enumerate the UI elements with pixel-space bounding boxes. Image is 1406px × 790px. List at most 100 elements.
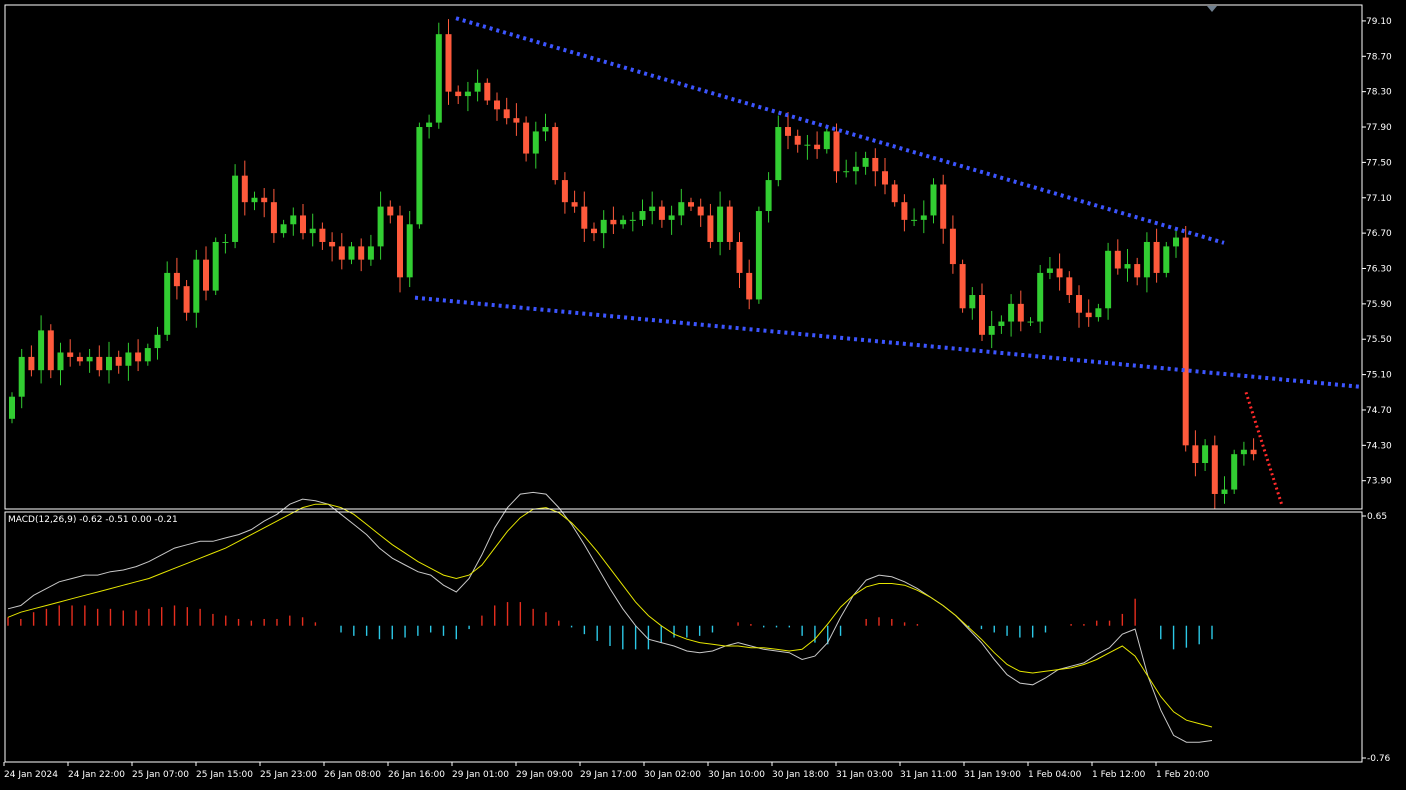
candle-body[interactable] (552, 127, 559, 181)
candle-body[interactable] (1231, 454, 1238, 490)
candle-body[interactable] (1066, 277, 1073, 296)
candle-body[interactable] (455, 91, 462, 97)
candle-body[interactable] (494, 100, 500, 110)
candle-body[interactable] (979, 295, 985, 335)
candle-body[interactable] (591, 228, 597, 234)
candle-body[interactable] (338, 246, 345, 260)
candle-body[interactable] (203, 259, 209, 291)
candle-body[interactable] (484, 82, 491, 101)
candle-body[interactable] (804, 144, 811, 146)
candle-body[interactable] (891, 184, 898, 203)
candle-body[interactable] (523, 122, 530, 154)
candle-body[interactable] (746, 272, 753, 300)
candle-body[interactable] (445, 34, 452, 92)
candle-body[interactable] (270, 202, 277, 234)
candle-body[interactable] (329, 241, 336, 247)
candle-body[interactable] (1250, 449, 1257, 455)
candle-body[interactable] (901, 202, 908, 220)
scroll-marker-icon[interactable] (1207, 6, 1217, 12)
candle-body[interactable] (697, 206, 704, 216)
candle-body[interactable] (251, 197, 258, 203)
candle-body[interactable] (620, 219, 627, 225)
candle-body[interactable] (1017, 303, 1024, 322)
candle-body[interactable] (1056, 268, 1063, 278)
candle-body[interactable] (1124, 264, 1131, 269)
candle-body[interactable] (571, 202, 578, 207)
candle-body[interactable] (397, 215, 403, 278)
candle-body[interactable] (794, 135, 801, 145)
candle-body[interactable] (47, 330, 54, 371)
candle-body[interactable] (1240, 449, 1247, 455)
candle-body[interactable] (377, 206, 384, 247)
candle-body[interactable] (309, 228, 316, 234)
lower-trendline[interactable] (414, 295, 1363, 389)
candle-body[interactable] (1114, 250, 1121, 269)
candle-body[interactable] (261, 197, 268, 203)
candle-body[interactable] (1143, 241, 1150, 278)
candle-body[interactable] (823, 131, 830, 150)
upper-trendline[interactable] (455, 16, 1225, 245)
candle-body[interactable] (1202, 445, 1209, 464)
chart-canvas[interactable]: 79.10 78.70 78.30 77.90 77.50 77.10 76.70 76.30… (0, 0, 1406, 786)
candle-body[interactable] (930, 184, 937, 216)
candle-body[interactable] (658, 206, 665, 220)
candle-body[interactable] (280, 224, 287, 234)
candle-body[interactable] (164, 272, 171, 335)
candle-body[interactable] (678, 202, 685, 216)
candle-body[interactable] (668, 215, 675, 220)
candle-body[interactable] (940, 184, 947, 229)
candle-body[interactable] (241, 175, 248, 203)
candle-body[interactable] (920, 215, 927, 220)
candle-body[interactable] (717, 206, 724, 242)
trendlines[interactable] (414, 16, 1363, 506)
candle-body[interactable] (9, 396, 15, 419)
candle-body[interactable] (76, 356, 83, 362)
candle-body[interactable] (736, 241, 743, 273)
candle-body[interactable] (998, 321, 1005, 326)
candle-body[interactable] (581, 206, 588, 229)
candle-body[interactable] (464, 91, 471, 97)
candle-body[interactable] (639, 211, 646, 220)
candle-body[interactable] (833, 131, 840, 172)
candle-body[interactable] (503, 109, 510, 119)
candle-body[interactable] (513, 118, 520, 123)
candle-body[interactable] (1046, 268, 1053, 273)
candle-body[interactable] (1105, 250, 1112, 309)
candle-body[interactable] (154, 334, 161, 349)
candle-body[interactable] (949, 228, 956, 265)
candle-body[interactable] (532, 131, 539, 154)
candle-body[interactable] (144, 348, 151, 362)
candle-body[interactable] (911, 219, 918, 221)
signal-line[interactable] (7, 503, 1213, 728)
candle-body[interactable] (1221, 489, 1228, 494)
candle-body[interactable] (629, 219, 636, 221)
candle-body[interactable] (125, 352, 132, 366)
candle-body[interactable] (1085, 312, 1092, 318)
candle-body[interactable] (1095, 308, 1102, 318)
candle-body[interactable] (649, 206, 656, 212)
candle-body[interactable] (1211, 445, 1218, 494)
candle-body[interactable] (387, 206, 394, 216)
projection-arrow-line[interactable] (1244, 391, 1284, 506)
candle-body[interactable] (814, 144, 821, 150)
candle-body[interactable] (561, 180, 568, 203)
candle-body[interactable] (358, 246, 365, 260)
candle-body[interactable] (319, 228, 326, 242)
candle-body[interactable] (1076, 295, 1082, 313)
candle-body[interactable] (959, 264, 966, 309)
candle-body[interactable] (1153, 241, 1160, 273)
candle-body[interactable] (212, 241, 219, 291)
candle-body[interactable] (969, 295, 976, 309)
candle-body[interactable] (726, 206, 733, 242)
candle-body[interactable] (785, 127, 791, 136)
candle-body[interactable] (67, 352, 74, 357)
candle-body[interactable] (300, 215, 306, 234)
candle-body[interactable] (290, 215, 297, 225)
candle-body[interactable] (474, 82, 481, 92)
candle-body[interactable] (106, 356, 112, 371)
macd-line[interactable] (7, 491, 1213, 743)
candle-body[interactable] (435, 34, 442, 123)
candle-body[interactable] (115, 356, 122, 366)
candle-body[interactable] (852, 166, 859, 172)
candle-body[interactable] (1134, 264, 1141, 278)
